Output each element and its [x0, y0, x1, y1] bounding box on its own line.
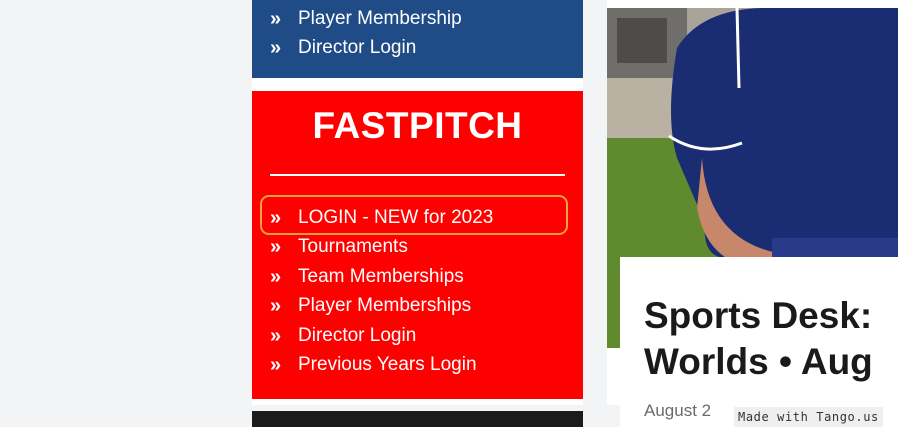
- tango-watermark: Made with Tango.us: [734, 407, 883, 427]
- double-chevron-right-icon: »: [270, 206, 282, 229]
- menu-item-label: Previous Years Login: [298, 354, 477, 376]
- menu-item-team-memberships[interactable]: » Team Memberships: [270, 262, 493, 292]
- menu-item-label: Tournaments: [298, 236, 408, 258]
- double-chevron-right-icon: »: [270, 7, 282, 30]
- menu-item-tournaments[interactable]: » Tournaments: [270, 233, 493, 263]
- article-card[interactable]: Sports Desk: Worlds • Aug August 2: [620, 257, 898, 427]
- article-title-line1: Sports Desk:: [644, 295, 873, 336]
- double-chevron-right-icon: »: [270, 37, 282, 60]
- menu-item-director-login[interactable]: » Director Login: [270, 321, 493, 351]
- column-gap: [583, 0, 607, 427]
- menu-item-player-membership[interactable]: » Player Membership: [270, 4, 583, 34]
- article-date: August 2: [644, 401, 712, 420]
- double-chevron-right-icon: »: [270, 324, 282, 347]
- double-chevron-right-icon: »: [270, 295, 282, 318]
- divider: [270, 174, 565, 176]
- menu-item-label: Director Login: [298, 324, 417, 346]
- double-chevron-right-icon: »: [270, 265, 282, 288]
- next-panel-edge: [252, 411, 583, 427]
- menu-item-label: Player Membership: [298, 7, 462, 29]
- double-chevron-right-icon: »: [270, 236, 282, 259]
- fastpitch-panel: FASTPITCH » LOGIN - NEW for 2023 » Tourn…: [252, 91, 583, 399]
- menu-item-label: Player Memberships: [298, 295, 472, 317]
- left-background: [0, 0, 252, 427]
- fastpitch-menu: » LOGIN - NEW for 2023 » Tournaments » T…: [270, 203, 493, 380]
- menu-item-label: Director Login: [298, 37, 417, 59]
- menu-item-label: LOGIN - NEW for 2023: [298, 206, 494, 228]
- menu-item-director-login[interactable]: » Director Login: [270, 34, 583, 64]
- fastpitch-heading: FASTPITCH: [312, 105, 523, 146]
- double-chevron-right-icon: »: [270, 354, 282, 377]
- menu-item-login-new-2023[interactable]: » LOGIN - NEW for 2023: [270, 203, 493, 233]
- menu-item-previous-years-login[interactable]: » Previous Years Login: [270, 351, 493, 381]
- menu-item-player-memberships[interactable]: » Player Memberships: [270, 292, 493, 322]
- membership-menu-panel: » Player Membership » Director Login: [252, 0, 583, 78]
- article-title-line2: Worlds • Aug: [644, 341, 873, 382]
- menu-item-label: Team Memberships: [298, 265, 464, 287]
- article-title[interactable]: Sports Desk: Worlds • Aug: [644, 293, 898, 385]
